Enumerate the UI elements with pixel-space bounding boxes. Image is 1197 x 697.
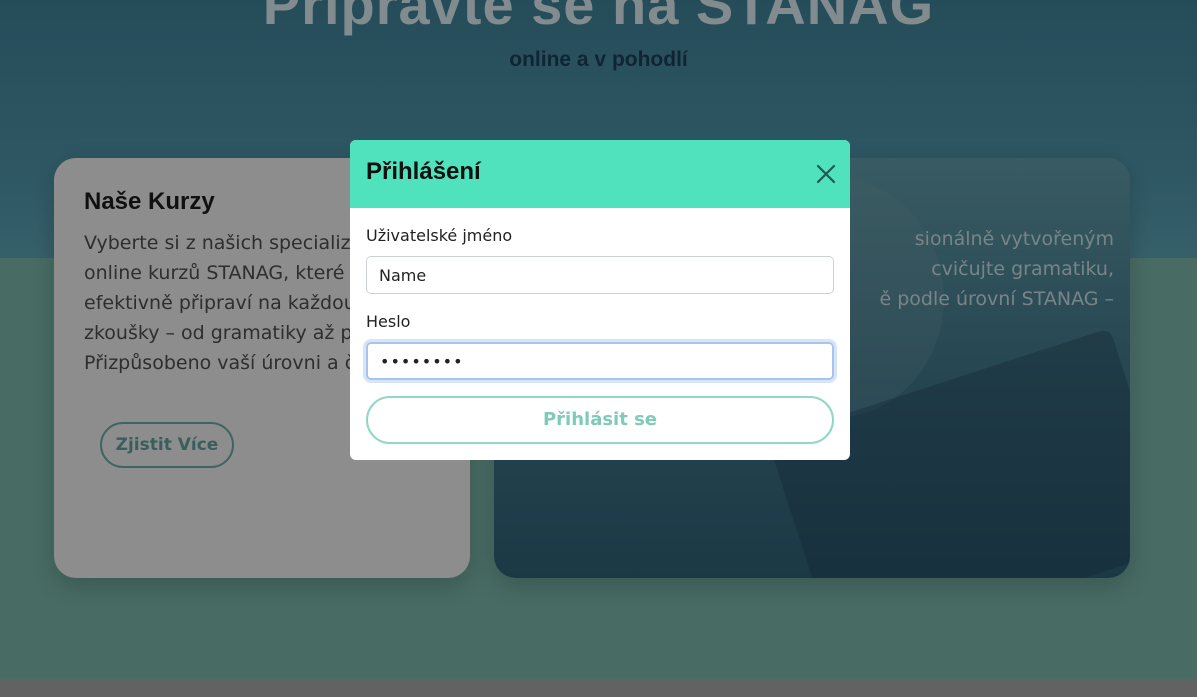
password-field[interactable] (366, 342, 834, 380)
password-label: Heslo (366, 312, 411, 331)
page: Připravte se na STANAG online a v pohodl… (0, 0, 1197, 697)
username-field[interactable] (366, 256, 834, 294)
close-icon[interactable] (812, 160, 840, 188)
username-label: Uživatelské jméno (366, 226, 513, 245)
login-modal-title: Přihlášení (366, 158, 481, 185)
login-modal-header: Přihlášení (350, 140, 850, 208)
login-submit-button[interactable]: Přihlásit se (366, 396, 834, 444)
login-modal: Přihlášení Uživatelské jméno Heslo Přihl… (350, 140, 850, 460)
